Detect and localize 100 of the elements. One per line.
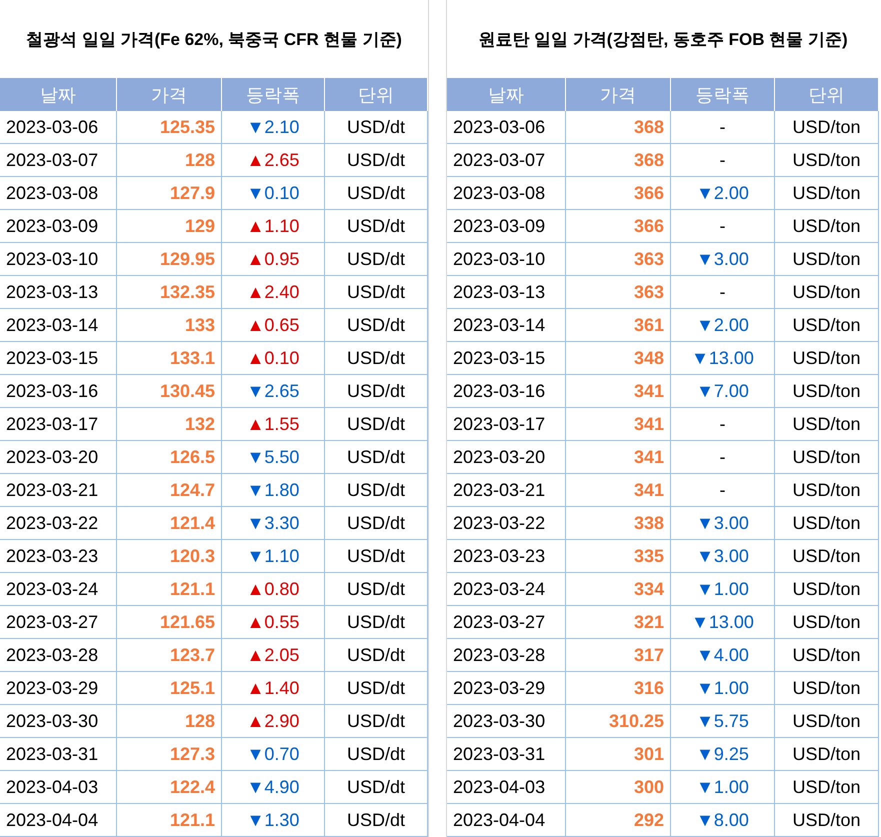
unit-cell: USD/ton [775,804,879,837]
change-cell: ▼0.70 [222,738,325,771]
unit-cell: USD/dt [325,375,428,408]
unit-cell: USD/dt [325,408,428,441]
unit-cell: USD/ton [775,111,879,144]
change-cell: ▲0.95 [222,243,325,276]
price-cell: 335 [566,540,671,573]
price-cell: 341 [566,441,671,474]
price-cell: 132 [117,408,222,441]
change-cell: ▼9.25 [671,738,775,771]
date-cell: 2023-03-06 [0,111,117,144]
date-cell: 2023-03-20 [447,441,566,474]
price-cell: 121.1 [117,573,222,606]
unit-cell: USD/dt [325,672,428,705]
date-cell: 2023-03-27 [447,606,566,639]
change-cell: ▲1.55 [222,408,325,441]
change-cell: ▲2.05 [222,639,325,672]
column-header: 등락폭 [222,78,325,111]
date-cell: 2023-03-09 [0,210,117,243]
date-cell: 2023-03-13 [0,276,117,309]
price-cell: 124.7 [117,474,222,507]
date-cell: 2023-03-14 [0,309,117,342]
change-cell: ▼1.00 [671,771,775,804]
change-cell: ▼3.00 [671,540,775,573]
unit-cell: USD/dt [325,276,428,309]
price-cell: 338 [566,507,671,540]
price-cell: 130.45 [117,375,222,408]
date-cell: 2023-03-23 [0,540,117,573]
date-cell: 2023-03-16 [0,375,117,408]
unit-cell: USD/ton [775,342,879,375]
date-cell: 2023-03-09 [447,210,566,243]
unit-cell: USD/dt [325,441,428,474]
change-cell: ▲1.40 [222,672,325,705]
price-cell: 122.4 [117,771,222,804]
change-cell: ▼3.00 [671,243,775,276]
change-cell: ▼1.00 [671,672,775,705]
change-cell: ▼1.80 [222,474,325,507]
change-cell: - [671,144,775,177]
change-cell: ▼3.30 [222,507,325,540]
date-cell: 2023-03-24 [0,573,117,606]
price-cell: 128 [117,705,222,738]
change-cell: ▲0.65 [222,309,325,342]
change-cell: ▼5.50 [222,441,325,474]
price-cell: 129 [117,210,222,243]
date-cell: 2023-03-29 [0,672,117,705]
price-cell: 341 [566,375,671,408]
price-cell: 334 [566,573,671,606]
change-cell: ▼2.10 [222,111,325,144]
date-cell: 2023-03-15 [0,342,117,375]
date-cell: 2023-03-17 [0,408,117,441]
price-cell: 366 [566,177,671,210]
price-cell: 126.5 [117,441,222,474]
unit-cell: USD/dt [325,144,428,177]
unit-cell: USD/ton [775,771,879,804]
unit-cell: USD/dt [325,606,428,639]
date-cell: 2023-03-21 [0,474,117,507]
change-cell: - [671,408,775,441]
price-cell: 363 [566,276,671,309]
price-cell: 127.9 [117,177,222,210]
date-cell: 2023-04-03 [0,771,117,804]
date-cell: 2023-04-03 [447,771,566,804]
price-cell: 128 [117,144,222,177]
unit-cell: USD/dt [325,342,428,375]
change-cell: ▼3.00 [671,507,775,540]
table-title: 원료탄 일일 가격(강점탄, 동호주 FOB 현물 기준) [477,28,849,50]
price-cell: 310.25 [566,705,671,738]
change-cell: - [671,474,775,507]
unit-cell: USD/dt [325,771,428,804]
unit-cell: USD/ton [775,672,879,705]
unit-cell: USD/ton [775,540,879,573]
date-cell: 2023-03-29 [447,672,566,705]
unit-cell: USD/ton [775,144,879,177]
unit-cell: USD/ton [775,243,879,276]
date-cell: 2023-03-10 [447,243,566,276]
change-cell: ▲2.90 [222,705,325,738]
column-header: 날짜 [447,78,566,111]
unit-cell: USD/ton [775,309,879,342]
date-cell: 2023-03-22 [0,507,117,540]
price-cell: 317 [566,639,671,672]
unit-cell: USD/dt [325,804,428,837]
price-cell: 368 [566,144,671,177]
date-cell: 2023-03-08 [0,177,117,210]
price-cell: 321 [566,606,671,639]
change-cell: ▲1.10 [222,210,325,243]
price-cell: 129.95 [117,243,222,276]
unit-cell: USD/ton [775,639,879,672]
change-cell: ▼4.00 [671,639,775,672]
date-cell: 2023-03-07 [0,144,117,177]
table-title: 철광석 일일 가격(Fe 62%, 북중국 CFR 현물 기준) [25,28,403,50]
price-cell: 121.1 [117,804,222,837]
change-cell: ▼1.00 [671,573,775,606]
unit-cell: USD/dt [325,738,428,771]
change-cell: - [671,276,775,309]
price-cell: 132.35 [117,276,222,309]
price-cell: 127.3 [117,738,222,771]
price-cell: 301 [566,738,671,771]
date-cell: 2023-03-07 [447,144,566,177]
date-cell: 2023-03-27 [0,606,117,639]
unit-cell: USD/dt [325,573,428,606]
unit-cell: USD/dt [325,243,428,276]
